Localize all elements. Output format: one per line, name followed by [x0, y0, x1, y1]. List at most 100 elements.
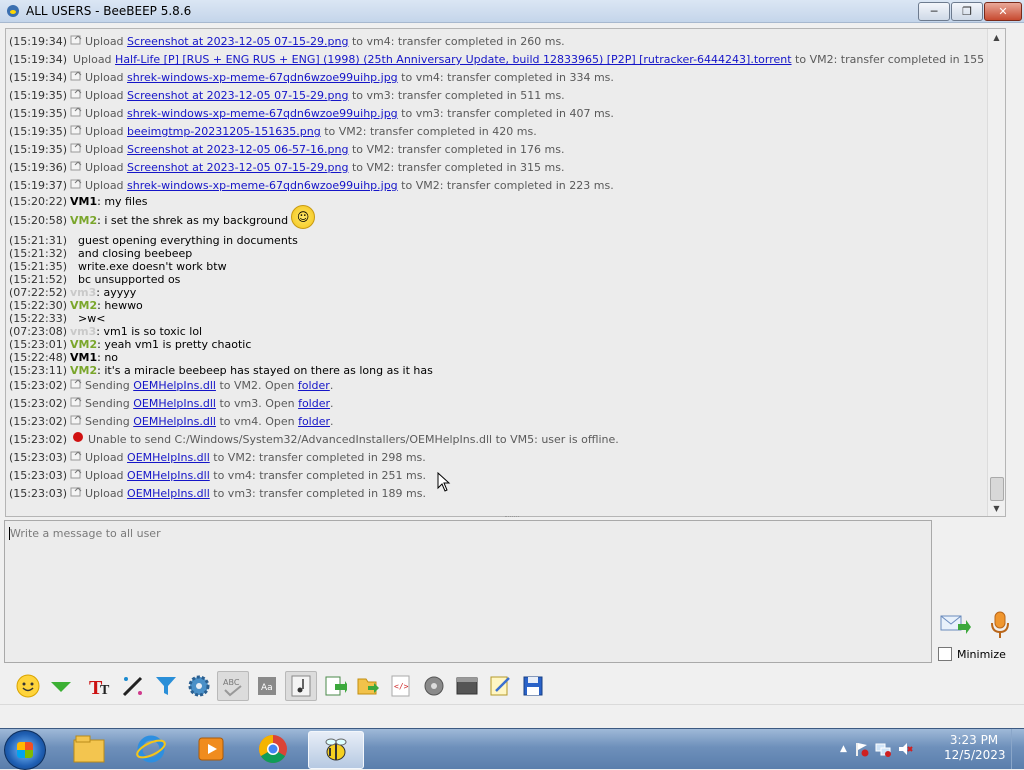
file-link[interactable]: shrek-windows-xp-meme-67qdn6wzoe99uihp.j… — [127, 177, 398, 195]
timestamp: (15:21:35) — [9, 260, 67, 273]
dictionary-icon[interactable]: Aa — [252, 672, 282, 700]
green-arrow-icon[interactable] — [46, 672, 76, 700]
minimize-checkbox[interactable] — [938, 647, 952, 661]
show-hidden-icons-icon[interactable]: ▲ — [840, 744, 847, 754]
file-link[interactable]: OEMHelpIns.dll — [133, 395, 216, 413]
file-explorer-icon[interactable] — [62, 731, 116, 767]
upload-icon — [70, 35, 82, 45]
html-code-icon[interactable]: </> — [386, 672, 416, 700]
chat-line: (15:20:22) VM1: my files — [9, 195, 984, 208]
message-author[interactable]: VM2 — [70, 338, 97, 351]
error-icon — [73, 432, 83, 442]
file-link[interactable]: shrek-windows-xp-meme-67qdn6wzoe99uihp.j… — [127, 105, 398, 123]
timestamp: (07:22:52) — [9, 286, 67, 299]
sending-icon — [70, 397, 82, 407]
message-text: >w< — [78, 312, 106, 325]
open-folder-link[interactable]: folder — [298, 377, 330, 395]
close-window-button[interactable]: ✕ — [984, 2, 1022, 21]
filter-icon[interactable] — [151, 672, 181, 700]
file-link[interactable]: beeimgtmp-20231205-151635.png — [127, 123, 321, 141]
restore-window-button[interactable]: ❐ — [951, 2, 983, 21]
action-center-flag-icon[interactable] — [853, 741, 869, 757]
message-author[interactable]: VM1 — [70, 195, 97, 208]
file-link[interactable]: Half-Life [P] [RUS + ENG RUS + ENG] (199… — [115, 51, 792, 69]
timestamp: (15:23:02) — [9, 433, 67, 446]
message-author[interactable]: vm3 — [70, 286, 96, 299]
scroll-up-arrow-icon[interactable]: ▲ — [988, 29, 1005, 45]
svg-text:</>: </> — [394, 682, 409, 691]
file-link[interactable]: Screenshot at 2023-12-05 07-15-29.png — [127, 159, 348, 177]
timestamp: (15:23:03) — [9, 487, 67, 500]
message-author[interactable]: VM2 — [70, 299, 97, 312]
transfer-label: Upload — [85, 89, 124, 102]
notes-icon[interactable] — [485, 672, 515, 700]
spellcheck-icon[interactable]: ABC — [217, 671, 249, 701]
chat-scrollbar[interactable]: ▲ ▼ — [987, 29, 1005, 516]
clock-date: 12/5/2023 — [944, 748, 1006, 762]
transfer-label: Upload — [85, 107, 124, 120]
toolbar: TT ABC Aa </> — [0, 668, 1024, 704]
message-author[interactable]: VM1 — [70, 351, 97, 364]
scroll-down-arrow-icon[interactable]: ▼ — [988, 500, 1005, 516]
file-link[interactable]: OEMHelpIns.dll — [127, 449, 210, 467]
file-link[interactable]: OEMHelpIns.dll — [127, 485, 210, 503]
message-author[interactable]: vm3 — [70, 325, 96, 338]
file-link[interactable]: Screenshot at 2023-12-05 06-57-16.png — [127, 141, 348, 159]
media-player-icon[interactable] — [184, 731, 238, 767]
message-input[interactable]: Write a message to all user — [4, 520, 932, 663]
file-link[interactable]: Screenshot at 2023-12-05 07-15-29.png — [127, 33, 348, 51]
minimize-option[interactable]: Minimize — [938, 647, 1006, 661]
chrome-icon[interactable] — [246, 731, 300, 767]
file-link[interactable]: shrek-windows-xp-meme-67qdn6wzoe99uihp.j… — [127, 69, 398, 87]
terminal-icon[interactable] — [452, 672, 482, 700]
upload-icon — [70, 469, 82, 479]
transfer-status: to vm4. Open — [219, 415, 295, 428]
disc-icon[interactable] — [419, 672, 449, 700]
transfer-status: to vm3. Open — [219, 397, 295, 410]
internet-explorer-icon[interactable] — [124, 731, 178, 767]
send-message-icon[interactable] — [940, 612, 972, 638]
beebeep-icon[interactable] — [308, 731, 364, 769]
chat-line: (15:23:02) Sending OEMHelpIns.dll to vm4.… — [9, 413, 984, 431]
transfer-label: Upload — [85, 125, 124, 138]
message-text: : ayyyy — [96, 286, 137, 299]
save-icon[interactable] — [518, 672, 548, 700]
timestamp: (15:19:37) — [9, 179, 67, 192]
chat-line: (15:23:03) Upload OEMHelpIns.dll to VM2: … — [9, 449, 984, 467]
scroll-thumb[interactable] — [990, 477, 1004, 501]
chat-line: (15:23:02) Sending OEMHelpIns.dll to VM2.… — [9, 377, 984, 395]
message-text: bc unsupported os — [78, 273, 181, 286]
timestamp: (15:23:02) — [9, 397, 67, 410]
settings-gear-icon[interactable] — [184, 672, 214, 700]
minimize-window-button[interactable]: ─ — [918, 2, 950, 21]
timestamp: (15:19:34) — [9, 35, 67, 48]
chat-line: (15:23:11) VM2: it's a miracle beebeep ha… — [9, 364, 984, 377]
music-note-icon[interactable] — [285, 671, 317, 701]
file-link[interactable]: OEMHelpIns.dll — [133, 413, 216, 431]
network-icon[interactable] — [875, 741, 891, 757]
microphone-icon[interactable] — [987, 610, 1013, 640]
open-folder-link[interactable]: folder — [298, 395, 330, 413]
transfer-label: Upload — [85, 143, 124, 156]
file-link[interactable]: OEMHelpIns.dll — [127, 467, 210, 485]
send-file-icon[interactable] — [353, 672, 383, 700]
message-author[interactable]: VM2 — [70, 364, 97, 377]
open-folder-link[interactable]: folder — [298, 413, 330, 431]
start-button[interactable] — [4, 730, 46, 770]
file-link[interactable]: Screenshot at 2023-12-05 07-15-29.png — [127, 87, 348, 105]
message-author[interactable]: VM2 — [70, 208, 97, 234]
show-desktop-button[interactable] — [1011, 729, 1024, 769]
volume-muted-icon[interactable] — [897, 741, 913, 757]
font-icon[interactable]: TT — [85, 672, 115, 700]
save-chat-icon[interactable] — [320, 672, 350, 700]
message-text: : no — [97, 351, 119, 364]
clock[interactable]: 3:23 PM 12/5/2023 — [944, 733, 1006, 763]
chat-log[interactable]: (15:19:34) Upload Screenshot at 2023-12-0… — [5, 28, 1006, 517]
upload-icon — [70, 451, 82, 461]
pencil-color-icon[interactable] — [118, 672, 148, 700]
message-text: : i set the shrek as my background — [97, 214, 289, 227]
file-link[interactable]: OEMHelpIns.dll — [133, 377, 216, 395]
chat-line: (15:19:34) Upload Screenshot at 2023-12-0… — [9, 33, 984, 51]
smiley-icon[interactable] — [13, 672, 43, 700]
message-placeholder: Write a message to all user — [10, 527, 161, 540]
